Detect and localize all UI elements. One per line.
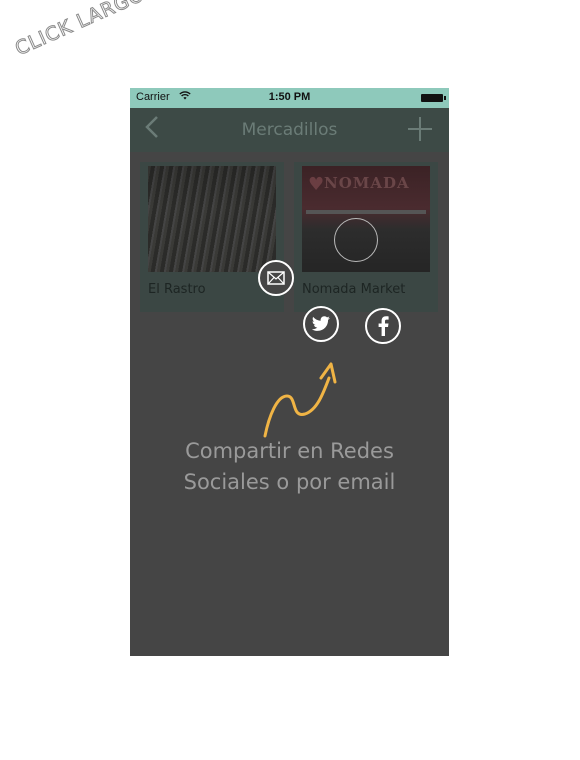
- twitter-icon[interactable]: [303, 306, 339, 342]
- phone-screen: Carrier 1:50 PM Mercadillos El Rastro ♥ …: [130, 88, 449, 656]
- mail-icon[interactable]: [258, 260, 294, 296]
- caption-line-2: Sociales o por email: [183, 470, 396, 494]
- battery-icon: [421, 94, 446, 102]
- nav-title: Mercadillos: [241, 120, 338, 140]
- market-photo: [148, 166, 276, 272]
- share-caption: Compartir en Redes Sociales o por email: [130, 436, 449, 498]
- status-bar: Carrier 1:50 PM: [130, 88, 449, 108]
- market-label: Nomada Market: [302, 282, 406, 297]
- long-press-indicator: [334, 218, 378, 262]
- heart-icon: ♥: [308, 174, 325, 195]
- click-largo-label: CLICK LARGO: [12, 0, 149, 61]
- arrow-icon: [263, 362, 337, 438]
- market-label: El Rastro: [148, 282, 206, 297]
- plus-icon[interactable]: [407, 112, 433, 150]
- nomada-sign: NOMADA: [324, 174, 410, 192]
- navigation-bar: Mercadillos: [130, 108, 449, 152]
- caption-line-1: Compartir en Redes: [185, 439, 394, 463]
- facebook-icon[interactable]: [365, 308, 401, 344]
- status-time: 1:50 PM: [268, 91, 311, 103]
- stall-awning: [306, 210, 426, 214]
